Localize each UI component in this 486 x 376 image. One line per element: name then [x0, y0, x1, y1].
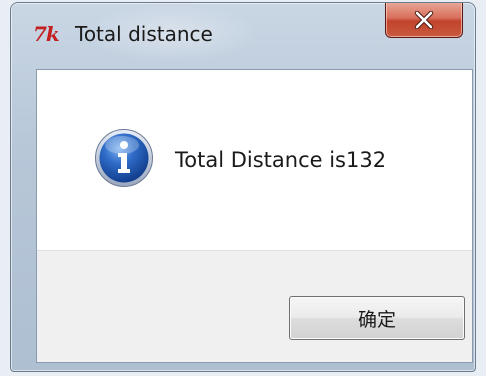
ok-button[interactable]: 确定	[289, 296, 465, 340]
window-title: Total distance	[75, 22, 213, 46]
app-logo-icon: 7k	[33, 22, 60, 46]
message-area: Total Distance is132	[37, 70, 472, 250]
button-area: 确定	[37, 250, 472, 362]
dialog-window: 7k Total distance Total Distance is132 确…	[10, 2, 476, 372]
close-icon	[414, 10, 434, 29]
close-button[interactable]	[385, 3, 463, 38]
information-icon	[95, 129, 153, 187]
dialog-body: Total Distance is132 确定	[36, 69, 473, 363]
title-bar[interactable]: 7k Total distance	[11, 3, 475, 63]
message-text: Total Distance is132	[175, 148, 387, 172]
